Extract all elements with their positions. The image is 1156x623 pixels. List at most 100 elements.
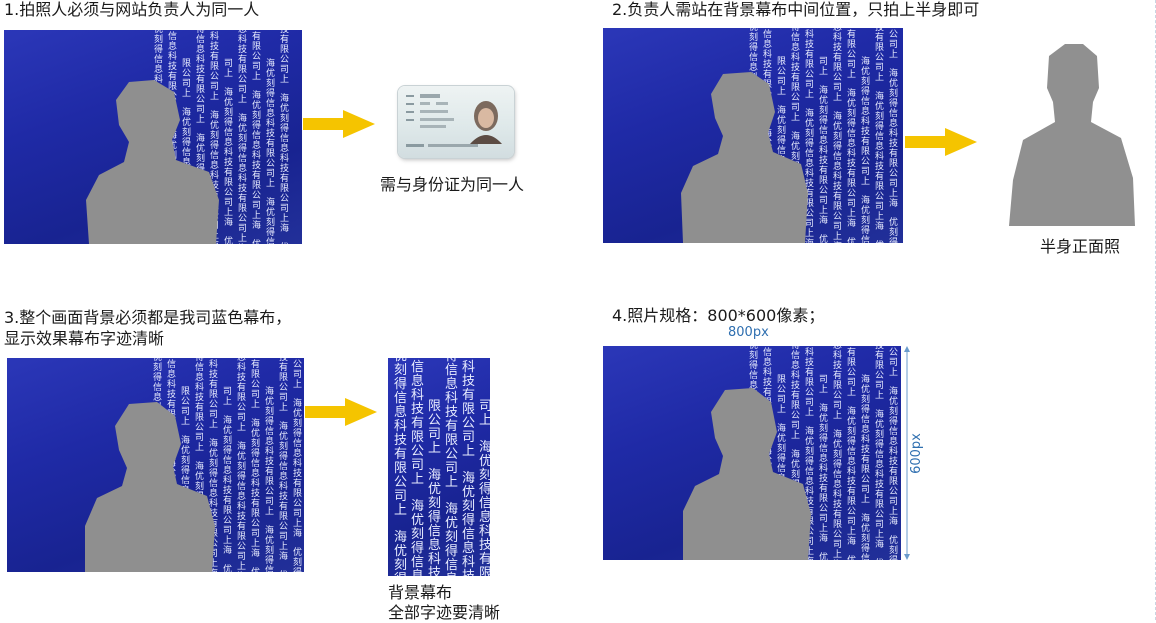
backdrop-glyph: 海 — [777, 104, 786, 116]
arrow-right-icon — [905, 128, 977, 156]
backdrop-glyph: 刻 — [411, 527, 424, 542]
backdrop-glyph: 息 — [819, 452, 828, 464]
backdrop-glyph: 有 — [280, 172, 289, 184]
backdrop-glyph: 科 — [266, 117, 275, 129]
backdrop-glyph: 科 — [875, 150, 884, 162]
backdrop-glyph: 优 — [223, 563, 232, 572]
backdrop-glyph: 优 — [861, 522, 870, 534]
backdrop-glyph: 刻 — [445, 530, 458, 545]
backdrop-glyph: 得 — [238, 142, 247, 154]
backdrop-glyph: 海 — [224, 216, 233, 228]
backdrop-glyph: 息 — [763, 356, 772, 368]
backdrop-glyph: 公 — [889, 168, 898, 179]
backdrop-glyph: 刻 — [224, 106, 233, 118]
backdrop-glyph: 司 — [237, 412, 246, 423]
backdrop-glyph: 刻 — [266, 77, 275, 89]
backdrop-glyph: 司 — [777, 76, 786, 87]
backdrop-glyph: 司 — [251, 528, 260, 539]
backdrop-glyph: 信 — [168, 30, 177, 42]
backdrop-glyph: 优 — [847, 236, 856, 243]
backdrop-glyph: 得 — [462, 512, 475, 528]
backdrop-glyph: 技 — [861, 125, 870, 137]
backdrop-glyph: 得 — [293, 427, 302, 439]
backdrop-glyph: 有 — [251, 497, 260, 509]
backdrop-glyph: 有 — [279, 500, 288, 512]
backdrop-glyph: 科 — [445, 391, 458, 406]
backdrop-glyph: 信 — [428, 524, 441, 539]
backdrop-glyph: 司 — [479, 399, 490, 414]
backdrop-glyph: 信 — [195, 361, 204, 373]
backdrop-glyph: 有 — [209, 378, 218, 390]
backdrop-glyph: 优 — [479, 454, 490, 469]
backdrop-glyph: 上 — [251, 538, 260, 549]
backdrop-glyph: 上 — [805, 407, 814, 418]
backdrop-glyph: 优 — [889, 77, 898, 89]
backdrop-glyph: 优 — [411, 513, 424, 528]
backdrop-glyph: 限 — [875, 42, 884, 53]
backdrop-glyph: 有 — [265, 465, 274, 477]
backdrop-glyph: 信 — [763, 28, 772, 40]
backdrop-glyph: 限 — [833, 519, 842, 530]
backdrop-glyph: 信 — [154, 53, 163, 65]
backdrop-glyph: 息 — [266, 107, 275, 119]
backdrop-glyph: 科 — [875, 468, 884, 480]
backdrop-glyph: 技 — [819, 154, 828, 166]
backdrop-glyph: 上 — [266, 178, 275, 189]
backdrop-glyph: 息 — [875, 458, 884, 470]
backdrop-glyph: 优 — [875, 100, 884, 112]
backdrop-glyph: 司 — [223, 386, 232, 397]
backdrop-glyph: 技 — [479, 538, 490, 553]
backdrop-glyph: 优 — [280, 241, 289, 244]
backdrop-glyph: 上 — [819, 523, 828, 534]
backdrop-glyph: 上 — [238, 233, 247, 244]
backdrop-glyph: 限 — [293, 488, 302, 499]
backdrop-glyph: 息 — [875, 140, 884, 152]
backdrop-glyph: 上 — [196, 114, 205, 125]
backdrop-glyph: 上 — [265, 506, 274, 517]
backdrop-glyph: 优 — [445, 516, 458, 531]
backdrop-glyph: 有 — [195, 401, 204, 413]
backdrop-glyph: 限 — [889, 158, 898, 169]
backdrop-glyph: 息 — [445, 571, 458, 576]
backdrop-glyph: 上 — [428, 441, 441, 456]
backdrop-glyph: 上 — [833, 231, 842, 242]
backdrop-glyph: 限 — [777, 374, 786, 385]
backdrop-glyph: 限 — [252, 41, 261, 52]
height-dimension-label: 600px — [908, 433, 924, 474]
backdrop-glyph: 有 — [819, 164, 828, 176]
backdrop-glyph: 科 — [252, 149, 261, 161]
backdrop-glyph: 上 — [847, 208, 856, 219]
backdrop-glyph: 得 — [777, 452, 786, 464]
backdrop-glyph: 公 — [224, 187, 233, 198]
backdrop-glyph: 有 — [791, 389, 800, 401]
backdrop-glyph: 优 — [252, 99, 261, 111]
backdrop-glyph: 科 — [819, 462, 828, 474]
backdrop-glyph: 得 — [805, 137, 814, 149]
backdrop-glyph: 公 — [847, 506, 856, 517]
backdrop-glyph: 司 — [394, 489, 407, 504]
backdrop-glyph: 得 — [875, 438, 884, 450]
backdrop-glyph: 息 — [847, 137, 856, 149]
backdrop-glyph: 得 — [181, 464, 190, 476]
step2-caption: 半身正面照 — [1040, 237, 1121, 256]
backdrop-glyph: 科 — [411, 388, 424, 403]
backdrop-glyph: 息 — [280, 142, 289, 154]
backdrop-glyph: 海 — [833, 110, 842, 122]
backdrop-glyph: 限 — [847, 357, 856, 368]
backdrop-glyph: 刻 — [819, 104, 828, 116]
backdrop-glyph: 公 — [210, 71, 219, 82]
backdrop-glyph: 上 — [875, 529, 884, 540]
backdrop-glyph: 有 — [819, 482, 828, 494]
backdrop-glyph: 信 — [445, 363, 458, 378]
backdrop-glyph: 司 — [210, 81, 219, 92]
backdrop-glyph: 司 — [462, 430, 475, 445]
backdrop-glyph: 限 — [819, 493, 828, 504]
backdrop-glyph: 优 — [462, 485, 475, 500]
backdrop-glyph: 技 — [791, 61, 800, 73]
backdrop-glyph: 息 — [237, 490, 246, 502]
backdrop-glyph: 刻 — [861, 532, 870, 544]
backdrop-glyph: 息 — [196, 43, 205, 55]
backdrop-glyph: 信 — [167, 358, 176, 370]
backdrop-glyph: 信 — [251, 457, 260, 469]
backdrop-glyph: 信 — [819, 442, 828, 454]
